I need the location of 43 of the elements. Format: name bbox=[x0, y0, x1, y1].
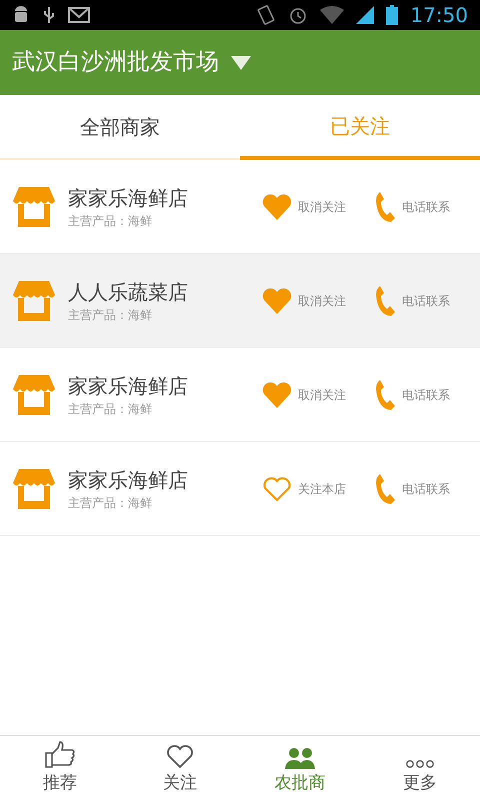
call-button[interactable]: 电话联系 bbox=[374, 284, 450, 316]
store-icon bbox=[13, 374, 55, 414]
store-icon bbox=[13, 468, 55, 508]
dropdown-caret-icon bbox=[231, 56, 251, 70]
more-icon bbox=[406, 758, 434, 768]
vibrate-icon bbox=[256, 4, 276, 26]
shop-products: 主营产品：海鲜 bbox=[68, 400, 153, 418]
shop-name: 家家乐海鲜店 bbox=[68, 184, 189, 212]
follow-button[interactable]: 关注本店 bbox=[262, 476, 346, 502]
heart-icon bbox=[166, 744, 194, 768]
follow-button[interactable]: 取消关注 bbox=[262, 288, 346, 314]
nav-tab[interactable]: 更多 bbox=[360, 736, 480, 800]
phone-icon bbox=[374, 378, 396, 410]
follow-button[interactable]: 取消关注 bbox=[262, 382, 346, 408]
mail-icon bbox=[68, 7, 90, 23]
people-icon bbox=[285, 746, 315, 768]
shop-row[interactable]: 人人乐蔬菜店 主营产品：海鲜 取消关注 电话联系 bbox=[0, 254, 480, 348]
follow-button[interactable]: 取消关注 bbox=[262, 194, 346, 220]
store-icon bbox=[13, 186, 55, 226]
nav-tab[interactable]: 关注 bbox=[120, 736, 240, 800]
signal-icon bbox=[356, 6, 374, 24]
phone-icon bbox=[374, 190, 396, 222]
shop-products: 主营产品：海鲜 bbox=[68, 306, 153, 324]
wifi-icon bbox=[320, 6, 344, 24]
nav-tab[interactable]: 推荐 bbox=[0, 736, 120, 800]
shop-name: 家家乐海鲜店 bbox=[68, 466, 189, 494]
battery-icon bbox=[386, 5, 398, 25]
thumbs-up-icon bbox=[44, 740, 76, 768]
store-icon bbox=[13, 280, 55, 320]
phone-icon bbox=[374, 284, 396, 316]
nav-tab[interactable]: 农批商 bbox=[240, 736, 360, 800]
shop-name: 人人乐蔬菜店 bbox=[68, 278, 189, 306]
call-button[interactable]: 电话联系 bbox=[374, 472, 450, 504]
usb-icon bbox=[42, 5, 56, 25]
tab[interactable]: 全部商家 bbox=[0, 95, 240, 158]
shop-products: 主营产品：海鲜 bbox=[68, 494, 153, 512]
clock-time: 17:50 bbox=[410, 2, 468, 29]
call-button[interactable]: 电话联系 bbox=[374, 378, 450, 410]
call-button[interactable]: 电话联系 bbox=[374, 190, 450, 222]
phone-icon bbox=[374, 472, 396, 504]
shop-name: 家家乐海鲜店 bbox=[68, 372, 189, 400]
shop-products: 主营产品：海鲜 bbox=[68, 212, 153, 230]
market-dropdown[interactable]: 武汉白沙洲批发市场 bbox=[12, 45, 251, 80]
